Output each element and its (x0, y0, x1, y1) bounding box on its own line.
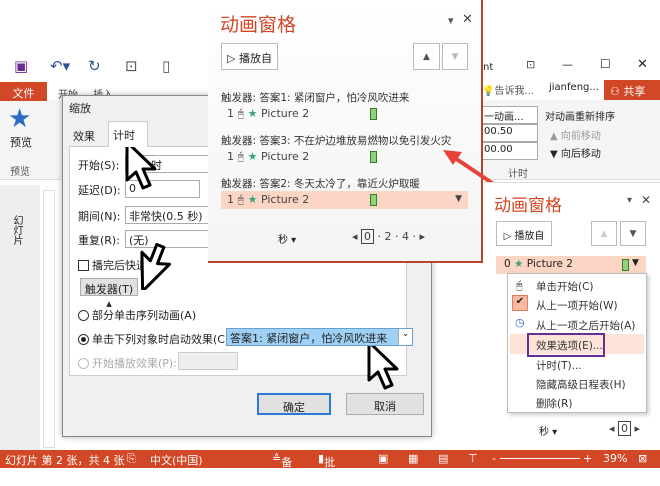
move-down-button[interactable]: ▼ (620, 221, 646, 246)
animation-context-menu: 🖰 单击开始(C) ✔ 从上一项开始(W) ◷ 从上一项之后开始(A) 效果选项… (507, 273, 647, 413)
menu-item-timing[interactable]: 计时(T)... (536, 358, 582, 373)
menu-item-remove[interactable]: 删除(R) (536, 396, 573, 411)
clock-icon: ◷ (515, 316, 525, 329)
pane-title: 动画窗格 (494, 196, 562, 216)
timeline-ruler[interactable]: ◂ 0 ▸ (609, 421, 640, 436)
mouse-cursor-icon (125, 140, 157, 190)
seconds-dropdown[interactable]: 秒 ▾ (539, 423, 557, 438)
pane-options-icon[interactable]: ▾ (627, 195, 632, 206)
mouse-cursor-icon (367, 340, 399, 390)
menu-item-on-click[interactable]: 单击开始(C) (536, 279, 594, 294)
timing-bar (622, 259, 629, 271)
animation-item-selected[interactable]: 0 ★ Picture 2 ▼ (496, 256, 646, 274)
move-up-button[interactable]: ▲ (591, 221, 617, 246)
menu-item-hide-timeline[interactable]: 隐藏高级日程表(H) (536, 377, 626, 392)
trigger-object-combo[interactable]: 答案1: 紧闭窗户，怕冷风吹进来 ⌄ (226, 328, 413, 346)
item-dropdown-icon: ▼ (632, 258, 639, 268)
menu-item-after-previous[interactable]: 从上一项之后开始(A) (536, 318, 635, 333)
selection-box (527, 333, 605, 357)
checkmark-icon: ✔ (512, 295, 528, 311)
play-from-button[interactable]: ▷ 播放自 (496, 221, 552, 246)
star-icon: ★ (514, 258, 524, 270)
tab-timing[interactable]: 计时 (108, 121, 148, 147)
pane-close-icon[interactable]: ✕ (641, 193, 651, 207)
mouse-icon: 🖰 (516, 279, 523, 292)
menu-item-with-previous[interactable]: 从上一项开始(W) (536, 298, 618, 313)
mouse-cursor-icon (140, 242, 172, 290)
